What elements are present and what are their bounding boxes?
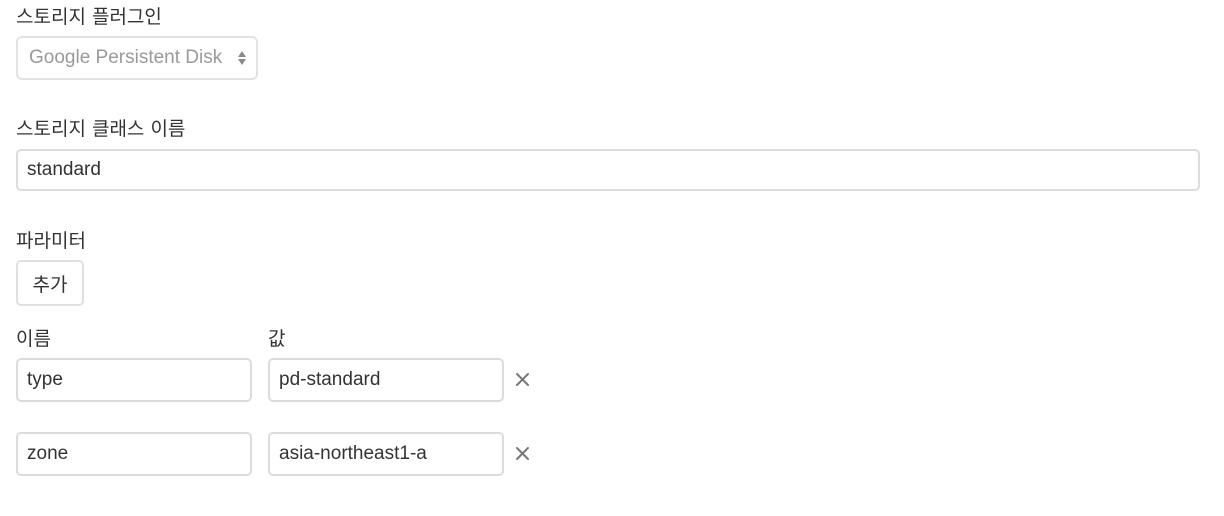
parameter-name-header: 이름 — [16, 328, 51, 350]
storage-plugin-select[interactable]: Google Persistent Disk — [16, 36, 258, 80]
parameter-value-input[interactable] — [268, 358, 504, 402]
parameters-label: 파라미터 — [16, 230, 86, 252]
sort-arrows-icon — [236, 48, 248, 68]
remove-parameter-button[interactable] — [512, 443, 534, 465]
parameter-value-header: 값 — [268, 328, 286, 350]
storage-plugin-selected-value: Google Persistent Disk — [29, 47, 223, 68]
add-parameter-button[interactable]: 추가 — [16, 260, 84, 306]
storage-plugin-label: 스토리지 플러그인 — [16, 6, 162, 28]
close-icon — [516, 447, 529, 460]
close-icon — [516, 373, 529, 386]
storage-class-name-input[interactable] — [16, 149, 1200, 191]
parameter-name-input[interactable] — [16, 358, 252, 402]
remove-parameter-button[interactable] — [512, 369, 534, 391]
storage-class-name-label: 스토리지 클래스 이름 — [16, 118, 186, 140]
parameter-value-input[interactable] — [268, 432, 504, 476]
parameter-name-input[interactable] — [16, 432, 252, 476]
